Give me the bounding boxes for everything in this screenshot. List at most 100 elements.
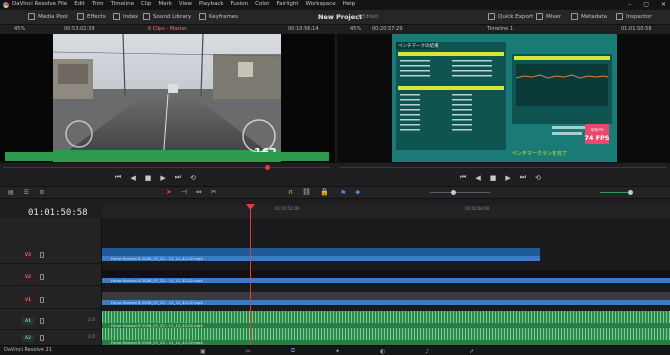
menu-playback[interactable]: Playback <box>199 1 224 7</box>
mixer-button[interactable]: Mixer <box>536 13 561 20</box>
keyframes-icon <box>199 13 206 20</box>
edit-page-icon[interactable]: ⧉ <box>291 347 295 355</box>
program-viewer[interactable]: ベンチマークの結果 平均FPS 74 FPS ベンチマークランを完了 <box>392 34 617 162</box>
play-icon[interactable]: ▶ <box>160 174 165 182</box>
keyframes-button[interactable]: Keyframes <box>199 13 238 20</box>
prog-stop-icon[interactable]: ■ <box>490 174 497 182</box>
color-page-icon[interactable]: ◐ <box>380 348 385 355</box>
lock-icon[interactable] <box>40 318 44 324</box>
track-height-icon[interactable]: ☰ <box>24 189 29 196</box>
blade-tool-icon[interactable]: ✂ <box>211 188 217 196</box>
deliver-page-icon[interactable]: ➚ <box>469 348 474 355</box>
maximize-icon[interactable]: ▢ <box>643 1 649 8</box>
fusion-page-icon[interactable]: ✦ <box>335 348 340 355</box>
toolbar: Media Pool Effects Index Sound Library K… <box>0 10 670 25</box>
index-button[interactable]: Index <box>113 13 138 20</box>
track-header-a1[interactable]: A1 2.0 <box>0 313 102 330</box>
selection-tool-icon[interactable]: ➤ <box>166 188 172 196</box>
playhead[interactable] <box>250 204 251 345</box>
prog-go-start-icon[interactable]: ⏮ <box>460 173 466 182</box>
prog-loop-icon[interactable]: ⟲ <box>535 174 541 182</box>
go-end-icon[interactable]: ⏭ <box>175 173 181 182</box>
sound-library-button[interactable]: Sound Library <box>143 13 191 20</box>
menu-workspace[interactable]: Workspace <box>306 1 336 7</box>
benchmark-footer: ベンチマークランを完了 <box>512 150 567 157</box>
lock-icon[interactable] <box>40 335 44 341</box>
snapping-icon[interactable]: ∩ <box>288 188 293 196</box>
metadata-label: Metadata <box>581 13 608 20</box>
source-scrubber-track[interactable] <box>4 167 330 168</box>
timeline-selector[interactable]: Timeline 1 <box>487 26 513 32</box>
fairlight-page-icon[interactable]: ♪ <box>425 348 429 355</box>
lock-icon[interactable] <box>40 274 44 280</box>
fps-badge-value: 74 FPS <box>584 134 610 142</box>
program-zoom[interactable]: 45% <box>350 26 361 32</box>
volume-slider-handle[interactable] <box>628 190 633 195</box>
track-header-v2[interactable]: V2 <box>0 269 102 286</box>
prog-step-back-icon[interactable]: ◀ <box>475 174 480 182</box>
timeline-view-tools: ▤ ☰ ⚙ <box>8 189 44 196</box>
prog-play-icon[interactable]: ▶ <box>505 174 510 182</box>
menu-edit[interactable]: Edit <box>74 1 85 7</box>
program-scrubber-track[interactable] <box>340 167 666 168</box>
source-scrubber-handle[interactable] <box>265 165 270 170</box>
export-icon <box>488 13 495 20</box>
marker-icon[interactable]: ⬥ <box>355 188 360 197</box>
transport-bar: ⏮ ◀ ■ ▶ ⏭ ⟲ ⏮ ◀ ■ ▶ ⏭ ⟲ <box>0 162 670 186</box>
resolve-logo-icon <box>3 2 9 8</box>
menu-color[interactable]: Color <box>255 1 269 7</box>
media-pool-button[interactable]: Media Pool <box>28 13 68 20</box>
menu-view[interactable]: View <box>179 1 192 7</box>
index-icon <box>113 13 120 20</box>
close-icon[interactable]: ✕ <box>661 1 666 8</box>
prog-go-end-icon[interactable]: ⏭ <box>520 173 526 182</box>
timeline-ruler[interactable]: 01:01:52:00 01:02:04:00 <box>102 205 670 218</box>
stop-icon[interactable]: ■ <box>145 174 152 182</box>
lock-icon[interactable] <box>40 297 44 303</box>
menu-timeline[interactable]: Timeline <box>111 1 134 7</box>
track-header-v3[interactable]: V3 <box>0 247 102 264</box>
menu-mark[interactable]: Mark <box>158 1 172 7</box>
loop-icon[interactable]: ⟲ <box>190 174 196 182</box>
clip-v1[interactable] <box>102 292 670 300</box>
lock-icon[interactable] <box>40 252 44 258</box>
clip-label-v3: Forza Horizon 6 2026_07_22 - 11_12_42.02… <box>102 256 540 261</box>
position-lock-icon[interactable]: 🔒 <box>320 188 329 196</box>
source-viewer[interactable]: 162 <box>53 34 281 162</box>
effects-icon <box>77 13 84 20</box>
menu-help[interactable]: Help <box>343 1 356 7</box>
step-back-icon[interactable]: ◀ <box>130 174 135 182</box>
media-page-icon[interactable]: ▣ <box>200 348 206 355</box>
menu-file[interactable]: File <box>58 1 67 7</box>
settings-icon[interactable]: ⚙ <box>39 189 44 196</box>
menu-fairlight[interactable]: Fairlight <box>277 1 299 7</box>
effects-button[interactable]: Effects <box>77 13 106 20</box>
metadata-icon <box>571 13 578 20</box>
menu-clip[interactable]: Clip <box>141 1 151 7</box>
volume-slider[interactable] <box>600 192 630 193</box>
source-zoom[interactable]: 45% <box>14 26 25 32</box>
window-controls: – ▢ ✕ <box>628 1 666 8</box>
track-header-v1[interactable]: V1 <box>0 292 102 309</box>
zoom-slider-handle[interactable] <box>451 190 456 195</box>
minimize-icon[interactable]: – <box>628 1 631 8</box>
timeline-tracks[interactable]: Forza Horizon 6 2026_07_22 - 11_12_42.02… <box>102 218 670 345</box>
menu-fusion[interactable]: Fusion <box>231 1 249 7</box>
metadata-button[interactable]: Metadata <box>571 13 607 20</box>
menu-trim[interactable]: Trim <box>92 1 104 7</box>
clip-v2[interactable] <box>102 270 670 278</box>
trim-tool-icon[interactable]: ⊣ <box>181 188 187 196</box>
quick-export-button[interactable]: Quick Export <box>488 13 533 20</box>
dynamic-trim-icon[interactable]: ⇔ <box>196 188 202 196</box>
driving-footage-image: 162 <box>53 34 281 162</box>
inspector-button[interactable]: Inspector <box>616 13 652 20</box>
timeline-view-icon[interactable]: ▤ <box>8 189 14 196</box>
cut-page-icon[interactable]: ✂ <box>246 348 251 355</box>
go-start-icon[interactable]: ⏮ <box>115 173 121 182</box>
flag-icon[interactable]: ⚑ <box>340 189 346 197</box>
linked-selection-icon[interactable]: ⛓ <box>302 188 311 196</box>
title-bar: DaVinci Resolve File Edit Trim Timeline … <box>0 0 670 10</box>
clip-v3[interactable] <box>102 248 540 256</box>
zoom-slider[interactable] <box>430 192 490 193</box>
source-clip-title[interactable]: 6 Clips - Master <box>148 26 187 32</box>
